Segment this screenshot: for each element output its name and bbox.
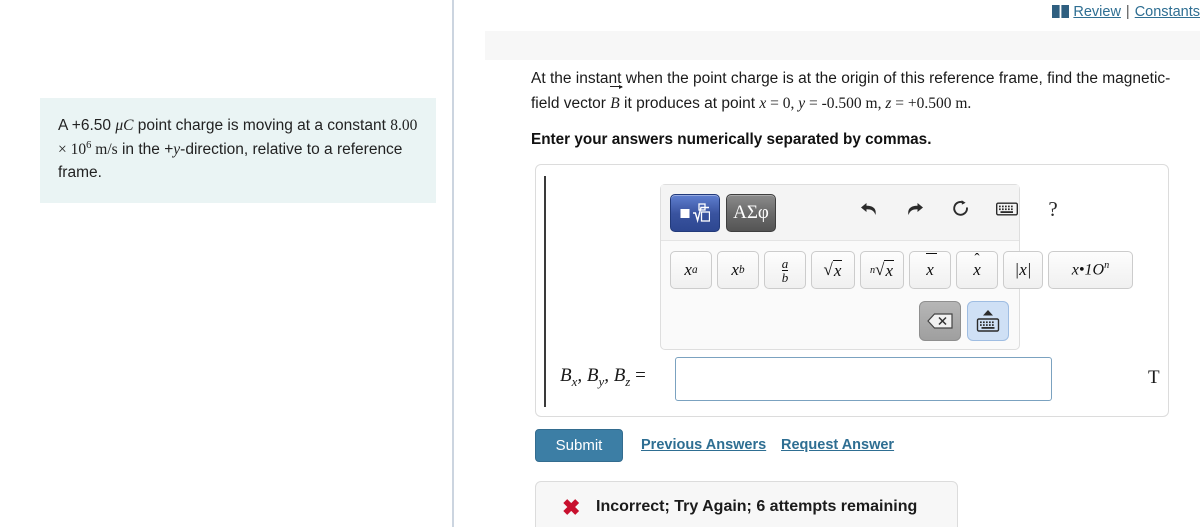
feedback-box: ✖ Incorrect; Try Again; 6 attempts remai… xyxy=(535,481,958,527)
toolbar-band xyxy=(485,31,1200,60)
feedback-message: Incorrect; Try Again; 6 attempts remaini… xyxy=(596,498,918,515)
request-answer-link[interactable]: Request Answer xyxy=(781,437,894,453)
y-value: = -0.500 m, xyxy=(805,95,886,113)
prompt-text-2: it produces at point xyxy=(619,95,760,113)
x-value: = 0, xyxy=(766,95,799,113)
palette-key-superscript[interactable]: xa xyxy=(670,251,712,289)
equals-sign: = xyxy=(635,365,646,386)
micro-coulomb-unit: μC xyxy=(115,117,134,134)
problem-line-a: A +6.50 xyxy=(58,117,116,134)
review-link[interactable]: Review xyxy=(1073,4,1121,20)
header-links: Review | Constants xyxy=(1052,4,1200,22)
math-palette: ΑΣφ ? x a x b a b √ x n √ x x x |x| x•1O… xyxy=(660,184,1133,351)
palette-key-nth-root[interactable]: n √ x xyxy=(860,251,904,289)
help-icon[interactable]: ? xyxy=(1041,197,1065,221)
greek-symbols-mode-button[interactable]: ΑΣφ xyxy=(726,194,776,232)
palette-key-vector[interactable]: x xyxy=(909,251,951,289)
palette-tool-icons: ? xyxy=(857,197,1065,221)
answer-label: Bx, By, Bz = xyxy=(560,365,646,389)
answer-instruction: Enter your answers numerically separated… xyxy=(531,131,932,148)
editor-left-rail xyxy=(544,176,546,407)
math-template-mode-button[interactable] xyxy=(670,194,720,232)
question-prompt: At the instant when the point charge is … xyxy=(531,66,1196,116)
hide-keyboard-icon[interactable] xyxy=(967,301,1009,341)
links-separator: | xyxy=(1125,4,1130,20)
label-bz: Bz xyxy=(613,365,631,389)
palette-key-fraction[interactable]: ab xyxy=(764,251,806,289)
incorrect-x-icon: ✖ xyxy=(562,495,581,520)
palette-key-subscript[interactable]: xb xyxy=(717,251,759,289)
book-icon xyxy=(1052,5,1070,22)
palette-keys-row: xaxbab√xn√xx̂x|x|x•1On xyxy=(661,242,1133,296)
problem-line-b: point charge is moving at a constant xyxy=(133,117,391,134)
keyboard-icon[interactable] xyxy=(995,197,1019,221)
redo-icon[interactable] xyxy=(903,197,927,221)
constants-link[interactable]: Constants xyxy=(1135,4,1200,20)
masteringphysics-problem-page: A +6.50 μC point charge is moving at a c… xyxy=(0,0,1200,527)
label-by: By xyxy=(586,365,605,389)
submit-button[interactable]: Submit xyxy=(535,429,623,462)
problem-line-c: in the + xyxy=(117,140,174,158)
answer-unit-label: T xyxy=(1148,367,1160,388)
undo-icon[interactable] xyxy=(857,197,881,221)
previous-answers-link[interactable]: Previous Answers xyxy=(641,437,766,453)
answer-input[interactable] xyxy=(675,357,1052,401)
question-pane: Review | Constants At the instant when the… xyxy=(454,0,1200,527)
magnetic-field-vector-symbol: B xyxy=(610,85,624,116)
problem-statement-box: A +6.50 μC point charge is moving at a c… xyxy=(40,98,436,203)
backspace-icon[interactable] xyxy=(919,301,961,341)
answer-input-row: Bx, By, Bz = xyxy=(560,357,1160,403)
speed-units: m/s xyxy=(91,140,118,158)
palette-bottom-row xyxy=(661,295,1019,351)
problem-statement-text: A +6.50 μC point charge is moving at a c… xyxy=(58,114,418,185)
palette-key-scientific-notation[interactable]: x•1On xyxy=(1048,251,1133,289)
palette-key-absolute-value[interactable]: |x| xyxy=(1003,251,1043,289)
label-bx: Bx xyxy=(560,365,578,389)
palette-key-square-root[interactable]: √ x xyxy=(811,251,855,289)
problem-statement-pane: A +6.50 μC point charge is moving at a c… xyxy=(0,0,452,527)
reset-icon[interactable] xyxy=(949,197,973,221)
palette-key-unit-vector[interactable]: ̂x xyxy=(956,251,998,289)
palette-top-row: ΑΣφ ? xyxy=(661,185,1058,241)
answer-entry-card: ΑΣφ ? x a x b a b √ x n √ x x x |x| x•1O… xyxy=(535,164,1169,417)
z-value: = +0.500 m. xyxy=(891,95,972,113)
